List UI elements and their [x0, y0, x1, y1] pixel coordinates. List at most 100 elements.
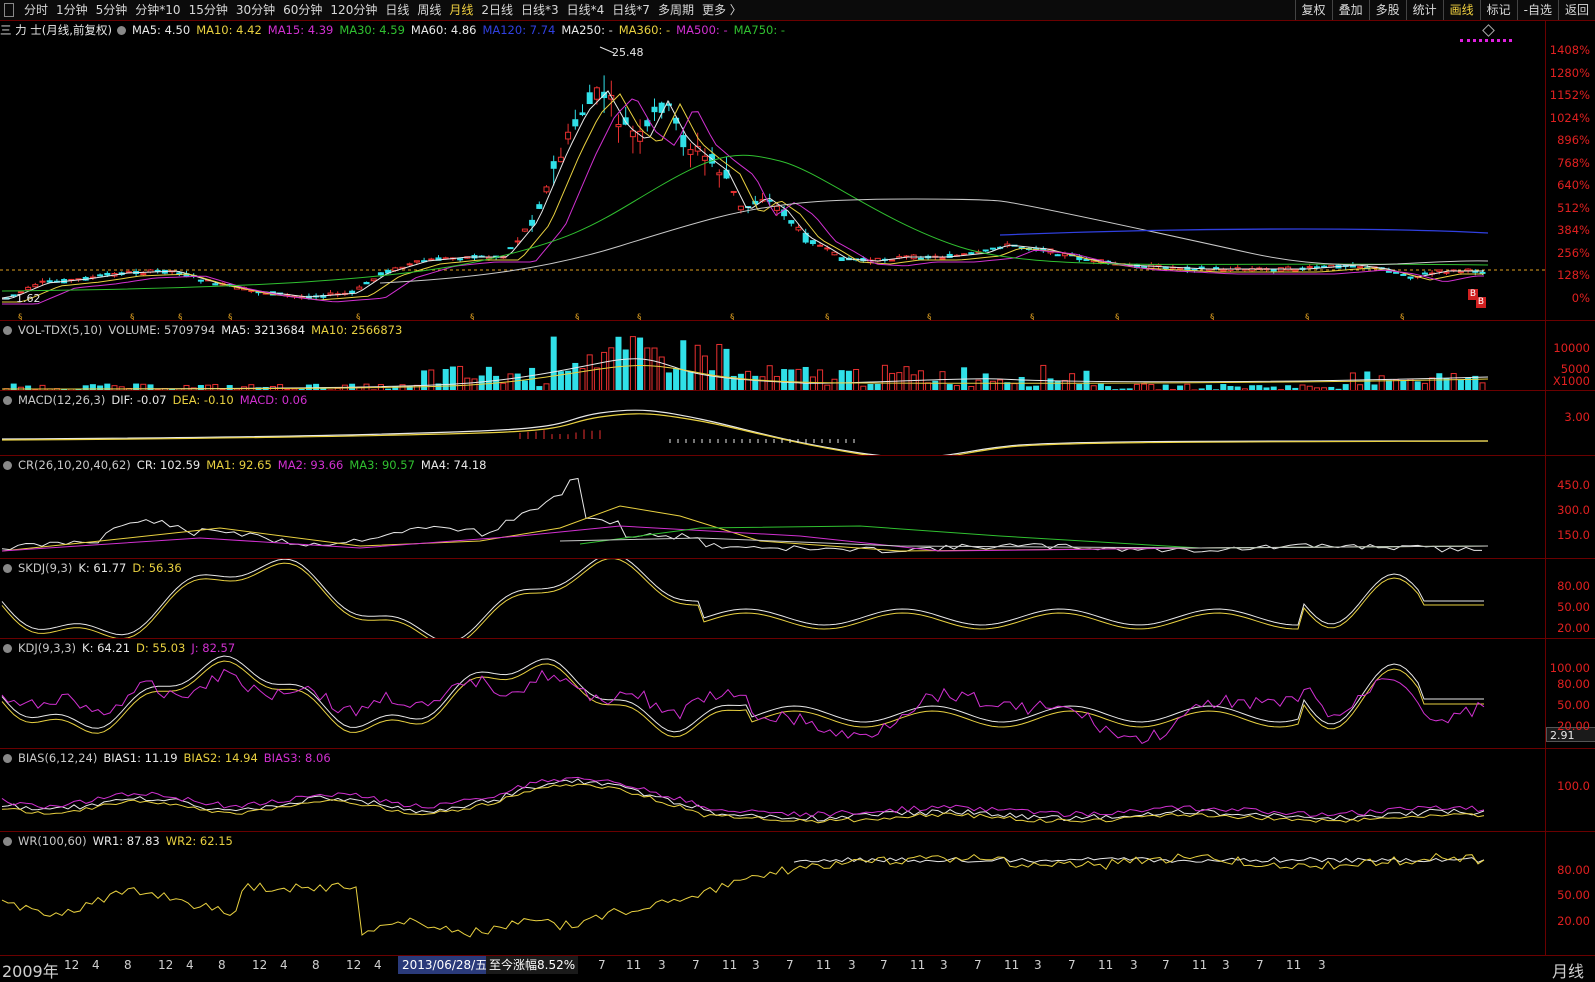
volume-bar [795, 368, 802, 391]
candle [716, 172, 723, 176]
period-tab[interactable]: 30分钟 [232, 0, 279, 20]
wr-chart[interactable] [0, 832, 1545, 956]
volume-bar [1040, 364, 1047, 391]
month-tick: 7 [598, 958, 606, 972]
candle [1321, 265, 1328, 268]
month-tick: 3 [940, 958, 948, 972]
candle [39, 280, 46, 283]
toolbar-button[interactable]: 复权 [1294, 0, 1332, 20]
volume-bar [680, 340, 687, 391]
bias-panel[interactable]: BIAS(6,12,24) BIAS1: 11.19 BIAS2: 14.94 BIA… [0, 748, 1545, 832]
period-tab[interactable]: 日线 [381, 0, 413, 20]
volume-panel[interactable]: VOL-TDX(5,10) VOLUME: 5709794 MA5: 3213684… [0, 320, 1545, 391]
period-tab[interactable]: 60分钟 [279, 0, 326, 20]
candle [457, 258, 464, 261]
candle [197, 279, 204, 282]
toolbar-button[interactable]: 叠加 [1331, 0, 1369, 20]
volume-bar [644, 347, 651, 391]
cr-chart[interactable] [0, 456, 1545, 559]
skdj-panel[interactable]: SKDJ(9,3) K: 61.77 D: 56.36 [0, 558, 1545, 639]
axis-tick: 150.0 [1557, 528, 1590, 542]
low-label: 1.62 [16, 292, 41, 305]
volume-bar [485, 366, 492, 391]
volume-bar [442, 369, 449, 391]
cr-panel[interactable]: CR(26,10,20,40,62) CR: 102.59 MA1: 92.65 MA… [0, 455, 1545, 559]
kdj-chart[interactable] [0, 639, 1545, 749]
candle [32, 284, 39, 288]
year-label: 2009年 [2, 962, 59, 981]
volume-bars [3, 336, 1486, 391]
candle [939, 257, 946, 260]
toolbar-button[interactable]: 标记 [1479, 0, 1517, 20]
candle [586, 92, 593, 105]
period-tab[interactable]: 120分钟 [326, 0, 381, 20]
candlestick-chart[interactable]: § § § § § § § § § § § § § § § § [0, 21, 1545, 321]
buy-mark[interactable]: B [1476, 297, 1486, 308]
candle [795, 226, 802, 231]
volume-bar [1472, 375, 1479, 391]
candle [514, 240, 521, 243]
volume-bar [687, 371, 694, 391]
axis-tick: 1280% [1549, 66, 1590, 80]
price-panel[interactable]: 三 力 士(月线,前复权) MA5: 4.50 MA10: 4.42 MA15: 4… [0, 20, 1545, 321]
toolbar-button[interactable]: 统计 [1405, 0, 1443, 20]
volume-bar [550, 336, 557, 391]
ma30-line [1, 154, 1489, 292]
axis-tick: 384% [1557, 223, 1590, 237]
period-tab[interactable]: 2日线 [477, 0, 517, 20]
volume-bar [881, 364, 888, 391]
period-tab[interactable]: 日线*4 [563, 0, 609, 20]
volume-bar [1069, 373, 1076, 391]
period-tab[interactable]: 月线 [445, 0, 477, 20]
candle [1393, 271, 1400, 274]
period-tab[interactable]: 分钟*10 [131, 0, 184, 20]
volume-bar [514, 373, 521, 391]
volume-chart[interactable] [0, 321, 1545, 391]
volume-bar [788, 369, 795, 391]
axis-tick: 768% [1557, 156, 1590, 170]
candle [97, 274, 104, 277]
period-tab[interactable]: 多周期 [654, 0, 698, 20]
month-tick: 11 [1098, 958, 1114, 972]
kdj-k-line [1, 655, 1484, 733]
period-tab[interactable]: 日线*3 [517, 0, 563, 20]
skdj-chart[interactable] [0, 559, 1545, 639]
period-tab[interactable]: 15分钟 [185, 0, 232, 20]
macd-panel[interactable]: MACD(12,26,3) DIF: -0.07 DEA: -0.10 MACD: 0… [0, 390, 1545, 456]
candle [543, 186, 550, 193]
period-tab[interactable]: 周线 [413, 0, 445, 20]
toolbar-button[interactable]: -自选 [1516, 0, 1558, 20]
period-tab[interactable]: 日线*7 [608, 0, 654, 20]
candle [1357, 266, 1364, 269]
bias-chart[interactable] [0, 749, 1545, 832]
period-tab[interactable]: 5分钟 [92, 0, 132, 20]
toolbar-button[interactable]: 返回 [1557, 0, 1595, 20]
wr-panel[interactable]: WR(100,60) WR1: 87.83 WR2: 62.15 [0, 831, 1545, 956]
month-tick: 7 [692, 958, 700, 972]
month-tick: 7 [880, 958, 888, 972]
candles [3, 75, 1486, 300]
volume-bar [889, 372, 896, 391]
volume-bar [637, 337, 644, 391]
kdj-panel[interactable]: KDJ(9,3,3) K: 64.21 D: 55.03 J: 82.57 [0, 638, 1545, 749]
vol-ma5-line [1, 358, 1489, 390]
period-tab[interactable]: 分时 [20, 0, 52, 20]
period-tab[interactable]: 1分钟 [52, 0, 92, 20]
panel-toggle-icon[interactable] [4, 3, 14, 17]
candle [565, 131, 572, 140]
period-tab[interactable]: 更多 〉 [698, 0, 746, 20]
gain-since-label: 至今涨幅8.52% [486, 956, 579, 974]
candle [140, 273, 147, 276]
month-tick: 7 [1162, 958, 1170, 972]
candle [370, 278, 377, 282]
toolbar-button[interactable]: 多股 [1368, 0, 1406, 20]
candle [529, 219, 536, 226]
axis-tick: 896% [1557, 133, 1590, 147]
macd-chart[interactable] [0, 391, 1545, 456]
toolbar-button[interactable]: 画线 [1442, 0, 1480, 20]
volume-bar [529, 367, 536, 391]
candle [104, 272, 111, 276]
candle [1457, 270, 1464, 274]
month-tick: 8 [312, 958, 320, 972]
volume-bar [903, 366, 910, 391]
